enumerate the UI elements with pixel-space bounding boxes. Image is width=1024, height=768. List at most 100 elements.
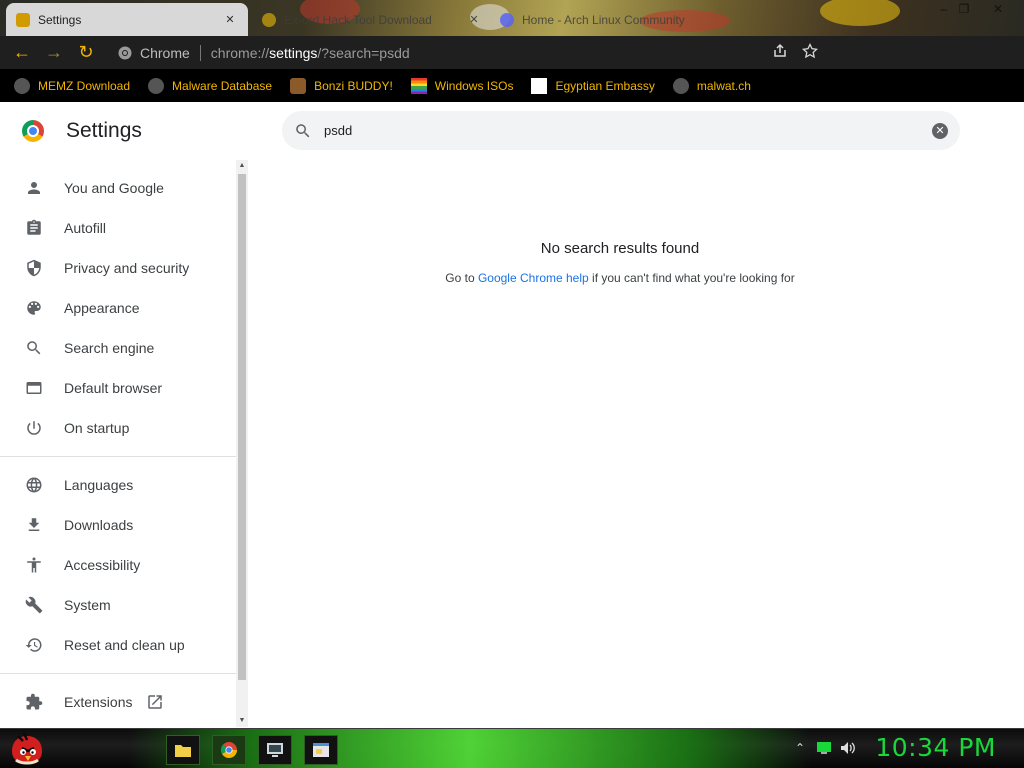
sidebar-item-accessibility[interactable]: Accessibility (0, 545, 236, 585)
sidebar-item-label: You and Google (64, 180, 164, 196)
arrow-right-icon: → (45, 42, 63, 62)
chrome-icon (220, 742, 237, 758)
search-input[interactable]: psdd (324, 123, 352, 138)
url-host: settings (269, 44, 318, 61)
share-icon[interactable] (772, 43, 788, 59)
browser-toolbar: ← → ↻ Chrome chrome://settings/?search=p… (0, 36, 1024, 99)
forward-button[interactable]: → (38, 39, 70, 67)
globe-icon (148, 77, 165, 94)
restore-button[interactable]: ❐ (950, 0, 978, 18)
bookmark-label: Bonzi BUDDY! (314, 78, 393, 93)
sidebar-item-label: Downloads (64, 517, 134, 533)
network-icon[interactable] (816, 740, 832, 756)
sidebar-item-label: Reset and clean up (64, 637, 185, 653)
bookmark-memz[interactable]: MEMZ Download (14, 77, 130, 94)
bonzi-icon (290, 77, 307, 94)
settings-search-box[interactable]: psdd ✕ (282, 111, 960, 150)
taskbar-remote-desktop[interactable] (258, 735, 292, 765)
globe-icon (24, 475, 44, 495)
search-icon (24, 338, 44, 358)
close-window-button[interactable]: ✕ (984, 0, 1012, 18)
reload-button[interactable]: ↻ (70, 39, 102, 67)
sidebar-item-label: Extensions (64, 694, 133, 710)
tab-arch-community[interactable]: Home - Arch Linux Community (490, 3, 730, 36)
bookmarks-bar: MEMZ Download Malware Database Bonzi BUD… (0, 69, 1024, 102)
sidebar-item-downloads[interactable]: Downloads (0, 505, 236, 545)
volume-icon[interactable] (840, 740, 856, 756)
bookmark-malwatch[interactable]: malwat.ch (672, 77, 751, 94)
clipboard-icon (24, 218, 44, 238)
tab-settings[interactable]: Settings ✕ (6, 3, 248, 36)
sidebar-item-autofill[interactable]: Autofill (0, 208, 236, 248)
sidebar-divider (0, 673, 236, 674)
divider (199, 44, 201, 61)
decor-splat (820, 0, 900, 26)
address-bar[interactable]: Chrome chrome://settings/?search=psdd (106, 39, 826, 66)
sidebar-item-label: Search engine (64, 340, 155, 356)
wix-icon (531, 77, 548, 94)
bookmark-malware-database[interactable]: Malware Database (148, 77, 272, 94)
url-scheme: chrome:// (210, 44, 270, 61)
sidebar-item-label: Privacy and security (64, 260, 190, 276)
bookmark-star-icon[interactable] (802, 43, 818, 59)
sidebar-item-label: Default browser (64, 380, 163, 396)
clear-search-icon[interactable]: ✕ (932, 123, 948, 139)
accessibility-icon (24, 555, 44, 575)
open-in-new-icon (146, 693, 164, 711)
reload-icon: ↻ (78, 42, 94, 62)
puzzle-icon (24, 692, 44, 712)
scroll-up-icon[interactable]: ▲ (236, 160, 248, 172)
site-chip-label: Chrome (140, 44, 190, 61)
sidebar-item-label: Accessibility (64, 557, 141, 573)
wrench-icon (24, 595, 44, 615)
browser-icon (24, 378, 44, 398)
taskbar-clock[interactable]: 10:34 PM (875, 733, 996, 762)
sidebar-item-you-and-google[interactable]: You and Google (0, 168, 236, 208)
scrollbar-thumb[interactable] (238, 174, 246, 680)
globe-icon (14, 77, 30, 94)
site-info-chip[interactable]: Chrome (106, 45, 200, 61)
bookmark-label: Windows ISOs (434, 78, 514, 93)
settings-page: Settings psdd ✕ You and Google Autofill … (0, 102, 1024, 728)
sidebar-divider (0, 456, 236, 457)
chrome-icon (118, 46, 132, 59)
tab-hack-tool[interactable]: Ex-ord Hack Tool Download ✕ (252, 3, 492, 36)
sidebar-item-system[interactable]: System (0, 585, 236, 625)
close-tab-icon[interactable]: ✕ (222, 12, 238, 28)
taskbar-control-panel[interactable] (304, 735, 338, 765)
bookmark-label: Egyptian Embassy (555, 78, 655, 93)
tab-title: Settings (38, 12, 82, 27)
sidebar-item-label: On startup (64, 420, 130, 436)
globe-icon (672, 77, 689, 94)
sidebar-item-appearance[interactable]: Appearance (0, 288, 236, 328)
arrow-left-icon: ← (13, 42, 31, 62)
bookmark-bonzi-buddy[interactable]: Bonzi BUDDY! (290, 77, 393, 94)
chrome-help-link[interactable]: Google Chrome help (478, 271, 589, 285)
sidebar-item-search-engine[interactable]: Search engine (0, 328, 236, 368)
bookmark-windows-isos[interactable]: Windows ISOs (410, 77, 514, 94)
show-hidden-icons-icon[interactable]: ⌃ (792, 740, 808, 756)
taskbar-file-explorer[interactable] (166, 735, 200, 765)
help-prefix: Go to (445, 271, 478, 285)
download-icon (24, 515, 44, 535)
sidebar-item-label: System (64, 597, 111, 613)
bookmark-egyptian-embassy[interactable]: Egyptian Embassy (531, 77, 655, 94)
sidebar-item-default-browser[interactable]: Default browser (0, 368, 236, 408)
sidebar-item-extensions[interactable]: Extensions (0, 682, 236, 722)
sidebar-scrollbar[interactable]: ▲ ▼ (236, 160, 248, 727)
tab-title: Ex-ord Hack Tool Download (284, 12, 432, 27)
close-tab-icon[interactable]: ✕ (466, 12, 482, 28)
sidebar-item-on-startup[interactable]: On startup (0, 408, 236, 448)
settings-gear-icon (16, 12, 30, 27)
angry-bird-start-icon[interactable] (8, 731, 46, 767)
taskbar-chrome[interactable] (212, 735, 246, 765)
discord-icon (500, 12, 514, 27)
sidebar-item-privacy-security[interactable]: Privacy and security (0, 248, 236, 288)
sidebar-item-reset-clean-up[interactable]: Reset and clean up (0, 625, 236, 665)
bookmark-label: malwat.ch (696, 78, 751, 93)
sidebar-item-languages[interactable]: Languages (0, 465, 236, 505)
scroll-down-icon[interactable]: ▼ (236, 715, 248, 727)
search-icon (282, 122, 324, 140)
back-button[interactable]: ← (6, 39, 38, 67)
history-icon (24, 635, 44, 655)
